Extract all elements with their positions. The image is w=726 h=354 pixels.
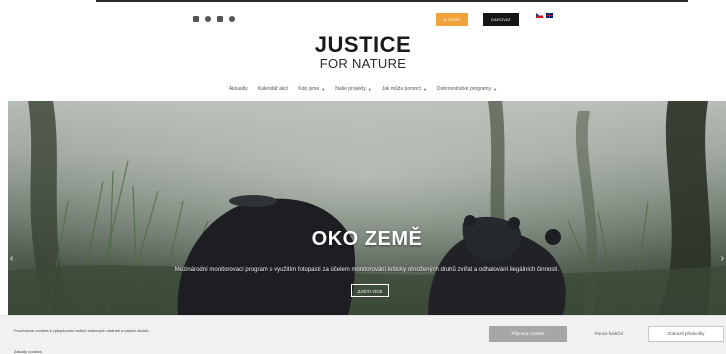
pinterest-icon[interactable]: [229, 16, 235, 22]
nav-item-kdo-jsme[interactable]: Kdo jsme ▼: [298, 86, 325, 92]
en-flag-icon[interactable]: [546, 13, 553, 18]
hero-title: OKO ZEMĚ: [311, 228, 423, 250]
main-navigation: Aktuality Kalendář akcí Kdo jsme ▼ Naše …: [0, 86, 726, 92]
cz-flag-icon[interactable]: [536, 13, 543, 18]
hero-slider: OKO ZEMĚ Mezinárodní monitorovací progra…: [8, 101, 726, 315]
logo-subtitle[interactable]: FOR NATURE: [0, 57, 726, 71]
hero-description: Mezinárodní monitorovací program s využi…: [174, 267, 560, 273]
nav-item-pomoct[interactable]: Jak můžu pomoct ▼: [382, 86, 427, 92]
nav-item-label: Kdo jsme: [298, 86, 320, 92]
nav-item-label: Jak můžu pomoct: [381, 86, 421, 92]
donate-button[interactable]: DAROVAT: [483, 13, 519, 26]
chevron-right-icon[interactable]: ›: [721, 254, 724, 264]
language-switcher: [536, 13, 553, 18]
nav-item-kalendar[interactable]: Kalendář akcí: [258, 86, 289, 92]
show-preferences-button[interactable]: Zobrazit předvolby: [648, 326, 724, 342]
instagram-icon[interactable]: [205, 16, 211, 22]
nav-item-aktuality[interactable]: Aktuality: [229, 86, 248, 92]
nav-item-label: Aktuality: [228, 86, 248, 92]
accept-cookies-button[interactable]: Přijmout cookies: [489, 326, 567, 342]
cookie-text: Používáme cookies k vylepšování našich w…: [14, 328, 150, 333]
nav-item-label: Kalendář akcí: [257, 86, 289, 92]
caret-down-icon: ▼: [367, 86, 372, 92]
cookie-consent-bar: Používáme cookies k vylepšování našich w…: [0, 315, 726, 354]
youtube-icon[interactable]: [217, 16, 223, 22]
social-links: [193, 16, 235, 22]
hero-image: [8, 101, 726, 315]
facebook-icon[interactable]: [193, 16, 199, 22]
nav-item-label: Naše projekty: [335, 86, 366, 92]
eshop-button[interactable]: E-SHOP: [436, 13, 468, 26]
caret-down-icon: ▼: [321, 86, 326, 92]
chevron-left-icon[interactable]: ‹: [10, 254, 13, 264]
top-divider: [96, 0, 688, 2]
logo-title[interactable]: JUSTICE: [0, 34, 726, 56]
learn-more-button[interactable]: ZJISTI VÍCE: [351, 284, 389, 297]
caret-down-icon: ▼: [422, 86, 427, 92]
nav-item-label: Dobrovolnické programy: [436, 86, 492, 92]
necessary-only-button[interactable]: Pouze funkční: [580, 326, 638, 342]
nav-item-projekty[interactable]: Naše projekty ▼: [335, 86, 372, 92]
nav-item-dobrovolnicke[interactable]: Dobrovolnické programy ▼: [437, 86, 497, 92]
caret-down-icon: ▼: [493, 86, 498, 92]
cookie-policy-link[interactable]: Zásady cookies: [14, 349, 42, 354]
